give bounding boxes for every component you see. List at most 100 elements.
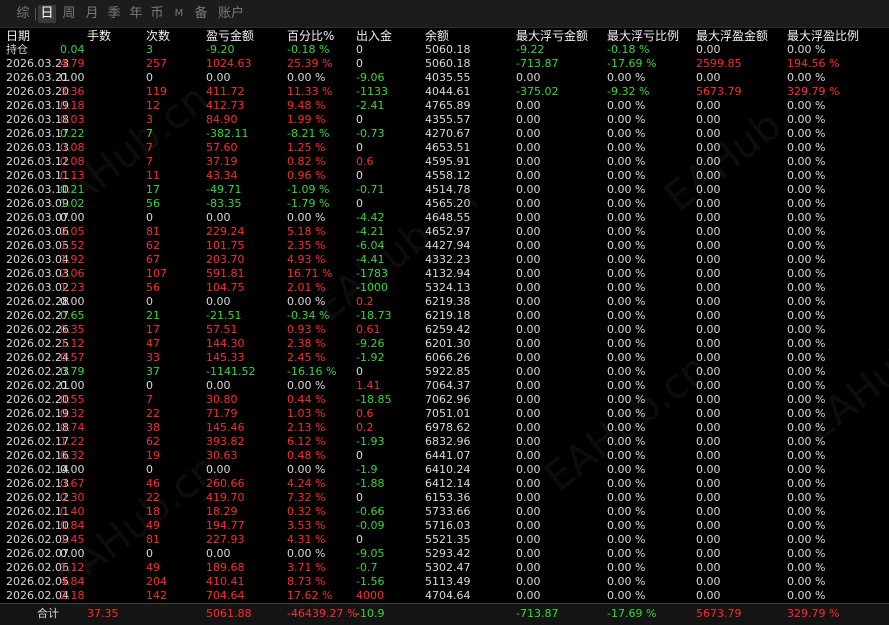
tab-daily[interactable]: 日 (38, 5, 56, 23)
table-row[interactable]: 2026.02.21 0.00 0 0.00 0.00 % 1.41 7064.37 0.00… (0, 379, 889, 393)
cell-trades: 142 (146, 589, 167, 602)
tab-currency[interactable]: 币 (148, 5, 166, 23)
cell-lots: 0.00 (60, 379, 85, 392)
table-row[interactable]: 2026.02.10 0.84 49 194.77 3.53 % -0.09 5716.03… (0, 519, 889, 533)
cell-max-float-profit-pct: 0.00 % (787, 113, 826, 126)
cell-max-float-loss: 0.00 (516, 169, 541, 182)
cell-deposit: 0.2 (356, 421, 374, 434)
cell-profit: 104.75 (206, 281, 245, 294)
cell-max-float-loss-pct: 0.00 % (607, 407, 646, 420)
header-percent[interactable]: 百分比% (287, 29, 334, 43)
table-row[interactable]: 2026.03.05 1.52 62 101.75 2.35 % -6.04 4427.94… (0, 239, 889, 253)
tab-weekly[interactable]: 周 (60, 5, 78, 23)
table-row[interactable]: 2026.03.20 3.36 119 411.72 11.33 % -1133 4044.… (0, 85, 889, 99)
table-row[interactable]: 2026.02.28 0.00 0 0.00 0.00 % 0.2 6219.38 0.00 0… (0, 295, 889, 309)
table-row[interactable]: 2026.03.12 0.08 7 37.19 0.82 % 0.6 4595.91 0.00… (0, 155, 889, 169)
tab-magic[interactable]: M (170, 5, 188, 23)
open-position-row[interactable]: 持仓 0.04 3 -9.20 -0.18 % 0 5060.18 -9.22 -0.18 % 0… (0, 43, 889, 57)
tab-account[interactable]: 账户 (216, 5, 246, 23)
tab-monthly[interactable]: 月 (83, 5, 101, 23)
table-row[interactable]: 2026.02.25 1.12 47 144.30 2.38 % -9.26 6201.30… (0, 337, 889, 351)
header-max-float-loss-pct[interactable]: 最大浮亏比例 (607, 29, 679, 43)
cell-trades: 62 (146, 239, 160, 252)
table-row[interactable]: 2026.02.26 0.35 17 57.51 0.93 % 0.61 6259.42 0.… (0, 323, 889, 337)
table-row[interactable]: 2026.03.07 0.00 0 0.00 0.00 % -4.42 4648.55 0.0… (0, 211, 889, 225)
cell-trades: 0 (146, 547, 153, 560)
header-lots[interactable]: 手数 (87, 29, 111, 43)
cell-max-float-profit: 0.00 (696, 589, 721, 602)
table-row[interactable]: 2026.02.19 0.32 22 71.79 1.03 % 0.6 7051.01 0.0… (0, 407, 889, 421)
header-max-float-loss[interactable]: 最大浮亏金额 (516, 29, 588, 43)
cell-max-float-profit-pct: 0.00 % (787, 491, 826, 504)
cell-percent: 9.48 % (287, 99, 326, 112)
cell-max-float-loss-pct: 0.00 % (607, 449, 646, 462)
table-row[interactable]: 2026.02.23 0.79 37 -1141.52 -16.16 % 0 5922.85… (0, 365, 889, 379)
tab-notes[interactable]: 备 (192, 5, 210, 23)
table-row[interactable]: 2026.02.05 4.84 204 410.41 8.73 % -1.56 5113.4… (0, 575, 889, 589)
cell-max-float-profit-pct: 0.00 % (787, 197, 826, 210)
table-row[interactable]: 2026.03.10 0.21 17 -49.71 -1.09 % -0.71 4514.7… (0, 183, 889, 197)
table-row[interactable]: 2026.02.24 0.57 33 145.33 2.45 % -1.92 6066.26… (0, 351, 889, 365)
cell-max-float-profit-pct: 0.00 % (787, 547, 826, 560)
cell-deposit: 0.61 (356, 323, 381, 336)
totals-profit: 5061.88 (206, 607, 252, 620)
cell-max-float-profit: 0.00 (696, 239, 721, 252)
header-date[interactable]: 日期 (6, 29, 30, 43)
cell-balance: 4332.23 (425, 253, 471, 266)
tab-summary[interactable]: 综 (14, 5, 32, 23)
header-profit[interactable]: 盈亏金额 (206, 29, 254, 43)
header-max-float-profit[interactable]: 最大浮盈金额 (696, 29, 768, 43)
table-row[interactable]: 2026.02.07 0.00 0 0.00 0.00 % -9.05 5293.42 0.0… (0, 547, 889, 561)
cell-max-float-profit: 2599.85 (696, 57, 742, 70)
table-row[interactable]: 2026.02.20 0.55 7 30.80 0.44 % -18.85 7062.96 0… (0, 393, 889, 407)
header-max-float-profit-pct[interactable]: 最大浮盈比例 (787, 29, 859, 43)
table-row[interactable]: 2026.03.03 2.06 107 591.81 16.71 % -1783 4132.… (0, 267, 889, 281)
cell-lots: 3.36 (60, 85, 85, 98)
table-row[interactable]: 2026.03.17 0.22 7 -382.11 -8.21 % -0.73 4270.6… (0, 127, 889, 141)
table-row[interactable]: 2026.02.06 1.12 49 189.68 3.71 % -0.7 5302.47 0… (0, 561, 889, 575)
cell-percent: 0.00 % (287, 463, 326, 476)
cell-profit: 37.19 (206, 155, 238, 168)
cell-balance: 6219.18 (425, 309, 471, 322)
cell-max-float-profit-pct: 0.00 % (787, 295, 826, 308)
header-balance[interactable]: 余额 (425, 29, 449, 43)
cell-balance: 4648.55 (425, 211, 471, 224)
cell-profit: 0.00 (206, 547, 231, 560)
table-row[interactable]: 2026.03.19 0.18 12 412.73 9.48 % -2.41 4765.89… (0, 99, 889, 113)
cell-max-float-profit-pct: 0.00 % (787, 589, 826, 602)
cell-max-float-loss: 0.00 (516, 127, 541, 140)
table-row[interactable]: 2026.02.16 0.32 19 30.63 0.48 % 0 6441.07 0.00 0… (0, 449, 889, 463)
table-row[interactable]: 2026.02.18 0.74 38 145.46 2.13 % 0.2 6978.62 0.… (0, 421, 889, 435)
table-row[interactable]: 2026.02.14 0.00 0 0.00 0.00 % -1.9 6410.24 0.00… (0, 463, 889, 477)
table-row[interactable]: 2026.02.12 0.30 22 419.70 7.32 % 0 6153.36 0.00… (0, 491, 889, 505)
table-row[interactable]: 2026.03.23 4.79 257 1024.63 25.39 % 0 5060.18-… (0, 57, 889, 71)
cell-max-float-profit: 0.00 (696, 337, 721, 350)
table-row[interactable]: 2026.02.27 0.65 21 -21.51 -0.34 % -18.73 6219.… (0, 309, 889, 323)
table-row[interactable]: 2026.02.11 0.40 18 18.29 0.32 % -0.66 5733.66 0… (0, 505, 889, 519)
tab-yearly[interactable]: 年 (127, 5, 145, 23)
cell-lots: 0.65 (60, 309, 85, 322)
table-row[interactable]: 2026.03.06 2.05 81 229.24 5.18 % -4.21 4652.97… (0, 225, 889, 239)
table-row[interactable]: 2026.03.11 0.13 11 43.34 0.96 % 0 4558.12 0.00 0… (0, 169, 889, 183)
cell-balance: 4652.97 (425, 225, 471, 238)
table-row[interactable]: 2026.03.02 1.23 56 104.75 2.01 % -1000 5324.13… (0, 281, 889, 295)
cell-trades: 49 (146, 561, 160, 574)
table-row[interactable]: 2026.02.17 1.22 62 393.82 6.12 % -1.93 6832.96… (0, 435, 889, 449)
cell-profit: 194.77 (206, 519, 245, 532)
table-row[interactable]: 2026.03.21 0.00 0 0.00 0.00 % -9.06 4035.55 0.0… (0, 71, 889, 85)
table-row[interactable]: 2026.03.09 1.02 56 -83.35 -1.79 % 0 4565.20 0.0… (0, 197, 889, 211)
cell-balance: 6410.24 (425, 463, 471, 476)
cell-balance: 6412.14 (425, 477, 471, 490)
header-deposit[interactable]: 出入金 (356, 29, 392, 43)
cell-max-float-loss-pct: 0.00 % (607, 337, 646, 350)
table-row[interactable]: 2026.03.13 0.08 7 57.60 1.25 % 0 4653.51 0.00 0.… (0, 141, 889, 155)
table-row[interactable]: 2026.03.18 0.03 3 84.90 1.99 % 0 4355.57 0.00 0.… (0, 113, 889, 127)
table-row[interactable]: 2026.02.04 2.18 142 704.64 17.62 % 4000 4704.6… (0, 589, 889, 603)
cell-max-float-loss-pct: 0.00 % (607, 505, 646, 518)
table-row[interactable]: 2026.02.13 0.67 46 260.66 4.24 % -1.88 6412.14… (0, 477, 889, 491)
cell-profit: -382.11 (206, 127, 249, 140)
tab-quarterly[interactable]: 季 (105, 5, 123, 23)
table-row[interactable]: 2026.03.04 1.92 67 203.70 4.93 % -4.41 4332.23… (0, 253, 889, 267)
table-row[interactable]: 2026.02.09 1.45 81 227.93 4.31 % 0 5521.35 0.00… (0, 533, 889, 547)
header-trades[interactable]: 次数 (146, 29, 170, 43)
